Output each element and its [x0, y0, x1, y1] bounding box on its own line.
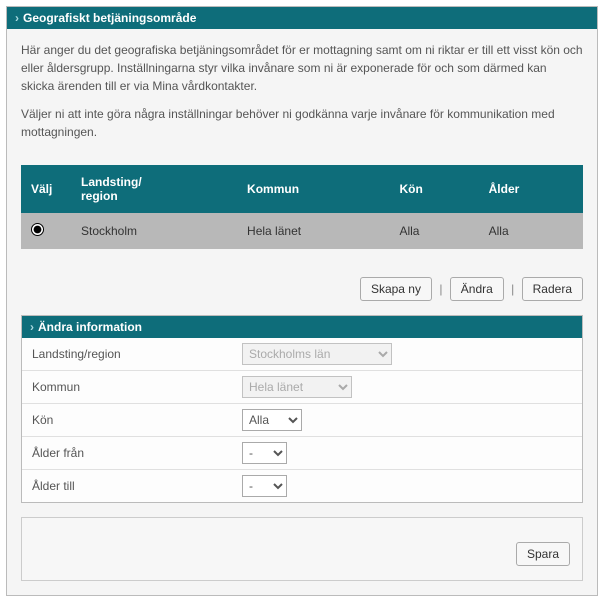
separator: | — [439, 282, 442, 296]
intro-paragraph-1: Här anger du det geografiska betjäningso… — [21, 41, 583, 95]
col-kommun: Kommun — [237, 165, 389, 213]
label-landsting: Landsting/region — [32, 347, 242, 361]
form-row-landsting: Landsting/region Stockholms län — [22, 338, 582, 371]
save-button[interactable]: Spara — [516, 542, 570, 566]
form-row-alderfran: Ålder från - — [22, 437, 582, 470]
geographic-service-area-panel: › Geografiskt betjäningsområde Här anger … — [6, 6, 598, 596]
edit-button[interactable]: Ändra — [450, 277, 504, 301]
form-row-kon: Kön Alla — [22, 404, 582, 437]
row-select-radio[interactable] — [31, 223, 44, 236]
intro-paragraph-2: Väljer ni att inte göra några inställnin… — [21, 105, 583, 141]
panel-title: Geografiskt betjäningsområde — [23, 11, 196, 25]
row-select-cell — [21, 213, 71, 249]
label-alderfran: Ålder från — [32, 446, 242, 460]
area-table: Välj Landsting/ region Kommun Kön Ålder … — [21, 165, 583, 249]
table-header-row: Välj Landsting/ region Kommun Kön Ålder — [21, 165, 583, 213]
cell-alder: Alla — [479, 213, 583, 249]
form-row-aldertill: Ålder till - — [22, 470, 582, 502]
panel-header: › Geografiskt betjäningsområde — [7, 7, 597, 29]
action-buttons: Skapa ny | Ändra | Radera — [7, 249, 597, 315]
edit-info-body: Landsting/region Stockholms län Kommun H… — [22, 338, 582, 502]
cell-kon: Alla — [389, 213, 478, 249]
col-kon: Kön — [389, 165, 478, 213]
intro-text: Här anger du det geografiska betjäningso… — [7, 29, 597, 159]
label-aldertill: Ålder till — [32, 479, 242, 493]
create-new-button[interactable]: Skapa ny — [360, 277, 432, 301]
edit-info-panel: › Ändra information Landsting/region Stoc… — [21, 315, 583, 503]
cell-landsting: Stockholm — [71, 213, 237, 249]
chevron-right-icon: › — [15, 11, 19, 25]
delete-button[interactable]: Radera — [522, 277, 583, 301]
col-select: Välj — [21, 165, 71, 213]
chevron-right-icon: › — [30, 320, 34, 334]
select-kon[interactable]: Alla — [242, 409, 302, 431]
edit-info-header: › Ändra information — [22, 316, 582, 338]
select-landsting[interactable]: Stockholms län — [242, 343, 392, 365]
select-kommun[interactable]: Hela länet — [242, 376, 352, 398]
label-kon: Kön — [32, 413, 242, 427]
col-alder: Ålder — [479, 165, 583, 213]
cell-kommun: Hela länet — [237, 213, 389, 249]
separator: | — [511, 282, 514, 296]
label-kommun: Kommun — [32, 380, 242, 394]
edit-info-title: Ändra information — [38, 320, 142, 334]
col-landsting: Landsting/ region — [71, 165, 237, 213]
select-alderfran[interactable]: - — [242, 442, 287, 464]
form-row-kommun: Kommun Hela länet — [22, 371, 582, 404]
table-row[interactable]: Stockholm Hela länet Alla Alla — [21, 213, 583, 249]
save-row: Spara — [21, 517, 583, 581]
select-aldertill[interactable]: - — [242, 475, 287, 497]
